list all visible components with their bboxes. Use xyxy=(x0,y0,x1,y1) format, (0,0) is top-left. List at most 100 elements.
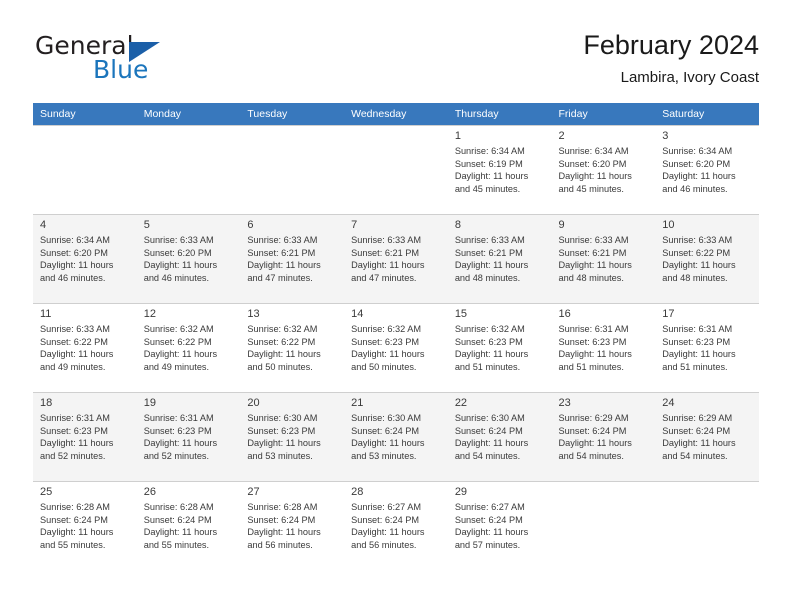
calendar-day-cell[interactable]: 8 Sunrise: 6:33 AM Sunset: 6:21 PM Daylight… xyxy=(447,214,552,303)
sunset-text: Sunset: 6:20 PM xyxy=(558,158,627,169)
day-details: Sunrise: 6:34 AM Sunset: 6:19 PM Daylight:… xyxy=(448,143,552,195)
calendar-day-cell[interactable]: 26 Sunrise: 6:28 AM Sunset: 6:24 PM Dayligh… xyxy=(136,481,241,570)
day-number: 28 xyxy=(351,486,364,498)
calendar-day-cell[interactable]: 4 Sunrise: 6:34 AM Sunset: 6:20 PM Daylight… xyxy=(33,214,137,303)
calendar-day-cell[interactable]: 21 Sunrise: 6:30 AM Sunset: 6:24 PM Dayligh… xyxy=(344,392,448,481)
sunset-text: Sunset: 6:24 PM xyxy=(40,514,108,525)
daylight-text-line2: and 47 minutes. xyxy=(351,272,417,283)
day-details: Sunrise: 6:27 AM Sunset: 6:24 PM Daylight:… xyxy=(344,499,448,551)
sunrise-text: Sunrise: 6:33 AM xyxy=(247,235,318,245)
calendar-cell-empty xyxy=(240,125,345,214)
daylight-text-line2: and 52 minutes. xyxy=(143,450,210,461)
daylight-text-line1: Daylight: 11 hours xyxy=(558,349,632,360)
weekday-header-monday: Monday xyxy=(136,103,241,125)
daylight-text-line1: Daylight: 11 hours xyxy=(662,438,736,449)
daylight-text-line1: Daylight: 11 hours xyxy=(143,349,218,360)
day-details: Sunrise: 6:31 AM Sunset: 6:23 PM Daylight:… xyxy=(552,321,656,373)
daylight-text-line2: and 55 minutes. xyxy=(40,539,106,550)
calendar-day-cell[interactable]: 14 Sunrise: 6:32 AM Sunset: 6:23 PM Dayligh… xyxy=(344,303,448,392)
sunset-text: Sunset: 6:20 PM xyxy=(662,158,731,169)
cell-inner xyxy=(240,125,345,214)
day-number: 18 xyxy=(40,397,53,409)
daylight-text-line2: and 53 minutes. xyxy=(247,450,313,461)
calendar-day-cell[interactable]: 22 Sunrise: 6:30 AM Sunset: 6:24 PM Dayligh… xyxy=(447,392,552,481)
calendar-day-cell[interactable]: 16 Sunrise: 6:31 AM Sunset: 6:23 PM Dayligh… xyxy=(551,303,656,392)
calendar-day-cell[interactable]: 3 Sunrise: 6:34 AM Sunset: 6:20 PM Daylight… xyxy=(655,125,759,214)
cell-inner xyxy=(551,481,656,570)
day-number: 23 xyxy=(558,397,571,409)
sunrise-text: Sunrise: 6:32 AM xyxy=(143,324,214,334)
page-header: General Blue February 2024 Lambira, Ivor… xyxy=(33,28,759,98)
title-block: February 2024 Lambira, Ivory Coast xyxy=(583,28,759,89)
sunrise-text: Sunrise: 6:28 AM xyxy=(40,502,110,512)
sunrise-text: Sunrise: 6:32 AM xyxy=(454,324,525,334)
day-details: Sunrise: 6:29 AM Sunset: 6:24 PM Daylight:… xyxy=(655,410,759,462)
calendar-day-cell[interactable]: 10 Sunrise: 6:33 AM Sunset: 6:22 PM Dayligh… xyxy=(655,214,759,303)
sunrise-text: Sunrise: 6:27 AM xyxy=(454,502,525,512)
calendar-day-cell[interactable]: 17 Sunrise: 6:31 AM Sunset: 6:23 PM Dayligh… xyxy=(655,303,759,392)
calendar-header-row: Sunday Monday Tuesday Wednesday Thursday Frid… xyxy=(33,103,759,125)
day-details: Sunrise: 6:32 AM Sunset: 6:22 PM Daylight:… xyxy=(137,321,241,373)
day-details: Sunrise: 6:31 AM Sunset: 6:23 PM Daylight:… xyxy=(33,410,137,462)
day-number: 11 xyxy=(40,308,52,320)
calendar-cell-empty xyxy=(551,481,656,570)
day-number: 3 xyxy=(662,130,669,142)
day-number: 8 xyxy=(454,219,461,231)
day-number: 10 xyxy=(662,219,675,231)
calendar-day-cell[interactable]: 23 Sunrise: 6:29 AM Sunset: 6:24 PM Dayligh… xyxy=(551,392,656,481)
calendar-day-cell[interactable]: 25 Sunrise: 6:28 AM Sunset: 6:24 PM Dayligh… xyxy=(33,481,137,570)
calendar-week-row: 1 Sunrise: 6:34 AM Sunset: 6:19 PM Daylight… xyxy=(33,125,759,214)
daylight-text-line1: Daylight: 11 hours xyxy=(351,438,425,449)
calendar-week-row: 4 Sunrise: 6:34 AM Sunset: 6:20 PM Daylight… xyxy=(33,214,759,303)
calendar-day-cell[interactable]: 1 Sunrise: 6:34 AM Sunset: 6:19 PM Daylight… xyxy=(447,125,552,214)
daylight-text-line2: and 48 minutes. xyxy=(454,272,521,283)
sunset-text: Sunset: 6:22 PM xyxy=(662,247,731,258)
calendar-day-cell[interactable]: 15 Sunrise: 6:32 AM Sunset: 6:23 PM Dayligh… xyxy=(447,303,552,392)
cell-inner: 23 Sunrise: 6:29 AM Sunset: 6:24 PM Dayligh… xyxy=(551,392,656,481)
cell-inner: 2 Sunrise: 6:34 AM Sunset: 6:20 PM Daylight… xyxy=(551,125,656,214)
calendar-day-cell[interactable]: 5 Sunrise: 6:33 AM Sunset: 6:20 PM Daylight… xyxy=(136,214,241,303)
sunrise-text: Sunrise: 6:33 AM xyxy=(351,235,422,245)
sunrise-text: Sunrise: 6:33 AM xyxy=(143,235,214,245)
calendar-week-row: 25 Sunrise: 6:28 AM Sunset: 6:24 PM Dayligh… xyxy=(33,481,759,570)
cell-inner xyxy=(33,125,137,214)
day-details: Sunrise: 6:28 AM Sunset: 6:24 PM Daylight:… xyxy=(33,499,137,551)
cell-inner: 6 Sunrise: 6:33 AM Sunset: 6:21 PM Daylight… xyxy=(240,214,345,303)
sunrise-text: Sunrise: 6:34 AM xyxy=(662,146,733,156)
daylight-text-line2: and 46 minutes. xyxy=(40,272,106,283)
calendar-day-cell[interactable]: 27 Sunrise: 6:28 AM Sunset: 6:24 PM Dayligh… xyxy=(240,481,345,570)
daylight-text-line1: Daylight: 11 hours xyxy=(558,171,632,182)
weekday-header-tuesday: Tuesday xyxy=(240,103,345,125)
cell-inner: 1 Sunrise: 6:34 AM Sunset: 6:19 PM Daylight… xyxy=(447,125,552,214)
cell-inner: 25 Sunrise: 6:28 AM Sunset: 6:24 PM Dayligh… xyxy=(33,481,137,570)
calendar-day-cell[interactable]: 19 Sunrise: 6:31 AM Sunset: 6:23 PM Dayligh… xyxy=(136,392,241,481)
cell-inner: 10 Sunrise: 6:33 AM Sunset: 6:22 PM Dayligh… xyxy=(655,214,759,303)
cell-inner: 12 Sunrise: 6:32 AM Sunset: 6:22 PM Dayligh… xyxy=(136,303,241,392)
calendar-day-cell[interactable]: 12 Sunrise: 6:32 AM Sunset: 6:22 PM Dayligh… xyxy=(136,303,241,392)
day-details: Sunrise: 6:32 AM Sunset: 6:22 PM Daylight:… xyxy=(240,321,344,373)
calendar-day-cell[interactable]: 9 Sunrise: 6:33 AM Sunset: 6:21 PM Daylight… xyxy=(551,214,656,303)
daylight-text-line1: Daylight: 11 hours xyxy=(40,438,114,449)
calendar-day-cell[interactable]: 13 Sunrise: 6:32 AM Sunset: 6:22 PM Dayligh… xyxy=(240,303,345,392)
calendar-day-cell[interactable]: 11 Sunrise: 6:33 AM Sunset: 6:22 PM Dayligh… xyxy=(33,303,137,392)
calendar-day-cell[interactable]: 28 Sunrise: 6:27 AM Sunset: 6:24 PM Dayligh… xyxy=(344,481,448,570)
daylight-text-line2: and 55 minutes. xyxy=(143,539,210,550)
calendar-day-cell[interactable]: 18 Sunrise: 6:31 AM Sunset: 6:23 PM Dayligh… xyxy=(33,392,137,481)
sunset-text: Sunset: 6:24 PM xyxy=(351,425,420,436)
day-number: 17 xyxy=(662,308,675,320)
calendar-day-cell[interactable]: 2 Sunrise: 6:34 AM Sunset: 6:20 PM Daylight… xyxy=(551,125,656,214)
brand-logo[interactable]: General Blue xyxy=(33,32,263,90)
page-subtitle: Lambira, Ivory Coast xyxy=(620,69,759,86)
calendar-day-cell[interactable]: 29 Sunrise: 6:27 AM Sunset: 6:24 PM Dayligh… xyxy=(447,481,552,570)
calendar-day-cell[interactable]: 20 Sunrise: 6:30 AM Sunset: 6:23 PM Dayligh… xyxy=(240,392,345,481)
calendar-day-cell[interactable]: 24 Sunrise: 6:29 AM Sunset: 6:24 PM Dayligh… xyxy=(655,392,759,481)
daylight-text-line2: and 46 minutes. xyxy=(662,183,728,194)
calendar-day-cell[interactable]: 7 Sunrise: 6:33 AM Sunset: 6:21 PM Daylight… xyxy=(344,214,448,303)
sunset-text: Sunset: 6:24 PM xyxy=(662,425,731,436)
daylight-text-line1: Daylight: 11 hours xyxy=(247,527,321,538)
calendar-day-cell[interactable]: 6 Sunrise: 6:33 AM Sunset: 6:21 PM Daylight… xyxy=(240,214,345,303)
cell-inner: 11 Sunrise: 6:33 AM Sunset: 6:22 PM Dayligh… xyxy=(33,303,137,392)
daylight-text-line1: Daylight: 11 hours xyxy=(247,438,321,449)
weekday-header-wednesday: Wednesday xyxy=(344,103,448,125)
sunset-text: Sunset: 6:24 PM xyxy=(143,514,212,525)
